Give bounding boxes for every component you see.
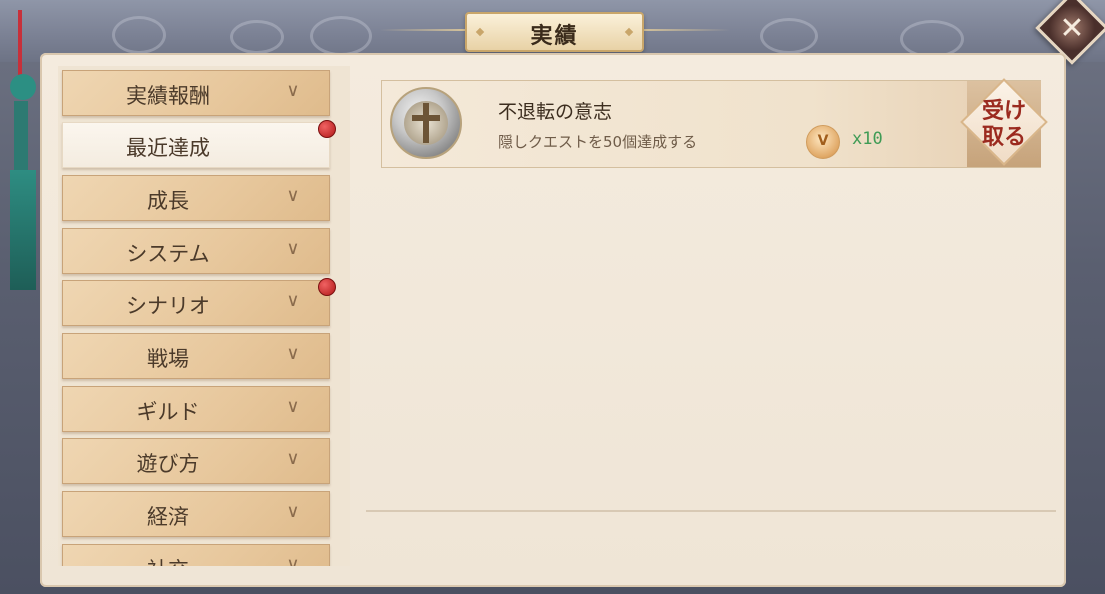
chevron-down-icon: ∨ bbox=[286, 290, 300, 311]
achievement-card: 不退転の意志 隠しクエストを50個達成する V x10 受け 取る bbox=[381, 78, 1048, 168]
sidebar-item-label: シナリオ bbox=[126, 294, 210, 318]
reward-badge-letter: V bbox=[817, 133, 829, 149]
sidebar-item-recently-achieved[interactable]: 最近達成 bbox=[62, 120, 336, 168]
window-title-plaque: 実績 bbox=[465, 12, 644, 52]
chevron-down-icon: ∨ bbox=[286, 238, 300, 259]
sidebar-item-label: 戦場 bbox=[147, 347, 189, 371]
chevron-down-icon: ∨ bbox=[286, 396, 300, 417]
sidebar-item-system[interactable]: システム ∨ bbox=[62, 228, 330, 274]
sidebar-item-achievement-rewards[interactable]: 実績報酬 ∨ bbox=[62, 70, 330, 116]
tassel-tail bbox=[10, 170, 36, 290]
chevron-down-icon: ∨ bbox=[286, 554, 300, 566]
reward-count: x10 bbox=[852, 129, 883, 149]
sidebar-item-label: ギルド bbox=[136, 400, 200, 424]
chevron-down-icon: ∨ bbox=[286, 80, 300, 101]
sidebar-item-how-to-play[interactable]: 遊び方 ∨ bbox=[62, 438, 330, 484]
title-rule-right bbox=[640, 29, 730, 31]
sword-blade bbox=[423, 103, 429, 143]
frame-ornament bbox=[112, 16, 166, 54]
claim-button-label: 受け 取る bbox=[981, 99, 1026, 150]
achievement-list[interactable]: 不退転の意志 隠しクエストを50個達成する V x10 受け 取る bbox=[356, 66, 1056, 566]
sidebar-item-social[interactable]: 社交 ∨ bbox=[62, 544, 330, 566]
sidebar-item-label: 社交 bbox=[63, 554, 273, 566]
sidebar-item-guild[interactable]: ギルド ∨ bbox=[62, 386, 330, 432]
close-icon: ✕ bbox=[1059, 10, 1085, 46]
reward-badge-icon: V bbox=[806, 125, 840, 159]
sidebar-item-label: 経済 bbox=[147, 505, 189, 529]
tassel-cord bbox=[18, 10, 22, 80]
chevron-down-icon: ∨ bbox=[286, 185, 300, 206]
achievement-description: 隠しクエストを50個達成する bbox=[498, 133, 698, 151]
achievement-title: 不退転の意志 bbox=[498, 101, 613, 123]
sidebar-item-scenario[interactable]: シナリオ ∨ bbox=[62, 278, 336, 326]
chevron-down-icon: ∨ bbox=[286, 343, 300, 364]
sword-medal-icon bbox=[390, 87, 462, 159]
window-title: 実績 bbox=[530, 24, 579, 49]
list-bottom-divider bbox=[366, 510, 1056, 512]
frame-ornament bbox=[760, 18, 818, 54]
chevron-down-icon: ∨ bbox=[286, 501, 300, 522]
notification-dot bbox=[318, 120, 336, 138]
tassel-knot bbox=[14, 101, 28, 171]
sidebar-item-growth[interactable]: 成長 ∨ bbox=[62, 175, 330, 221]
sidebar-item-label: 最近達成 bbox=[126, 136, 210, 160]
jade-ornament bbox=[10, 74, 36, 100]
frame-ornament bbox=[230, 20, 284, 54]
category-sidebar[interactable]: 実績報酬 ∨ 最近達成 成長 ∨ システム ∨ シナリオ ∨ 戦場 ∨ ギルド … bbox=[58, 66, 350, 566]
sidebar-item-battlefield[interactable]: 戦場 ∨ bbox=[62, 333, 330, 379]
frame-ornament bbox=[310, 16, 372, 56]
claim-button[interactable]: 受け 取る bbox=[960, 78, 1048, 167]
sidebar-item-economy[interactable]: 経済 ∨ bbox=[62, 491, 330, 537]
sidebar-item-label: 実績報酬 bbox=[126, 84, 210, 108]
sidebar-item-label: 遊び方 bbox=[136, 452, 200, 476]
sidebar-item-label: 成長 bbox=[147, 189, 189, 213]
notification-dot bbox=[318, 278, 336, 296]
sidebar-item-label: システム bbox=[126, 242, 210, 266]
title-rule-left bbox=[380, 29, 466, 31]
chevron-down-icon: ∨ bbox=[286, 448, 300, 469]
